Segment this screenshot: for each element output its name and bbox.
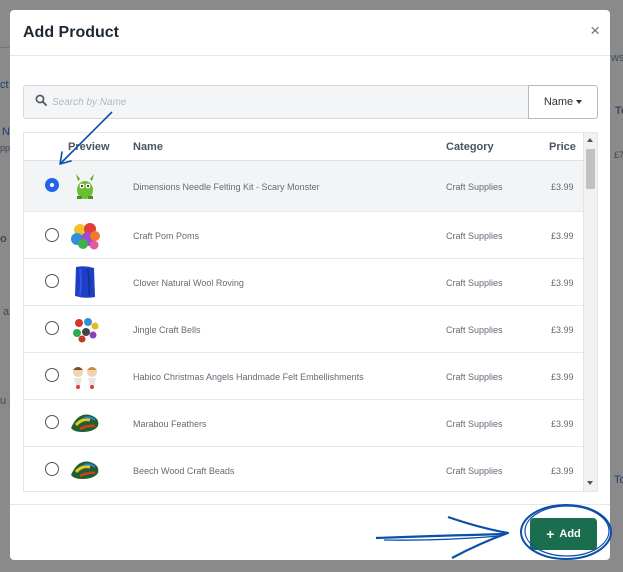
background-text-fragment: pp [0, 143, 11, 153]
row-select-radio[interactable] [45, 368, 59, 382]
background-text-fragment: ws [611, 52, 623, 64]
feathers-image [68, 406, 102, 440]
table-row[interactable]: Craft Pom Poms Craft Supplies £3.99 [24, 212, 584, 259]
plus-icon: + [546, 526, 555, 542]
bells-image [68, 312, 102, 346]
green-monster-image [68, 169, 102, 203]
background-text-fragment: o [0, 233, 7, 245]
row-select-radio[interactable] [45, 228, 59, 242]
column-header-price: Price [549, 141, 576, 153]
scroll-down-arrow-icon[interactable] [587, 481, 593, 485]
table-header: Preview Name Category Price [24, 133, 584, 161]
product-price: £3.99 [551, 419, 574, 429]
product-table: Preview Name Category Price Dimensions N… [23, 132, 598, 492]
scroll-up-arrow-icon[interactable] [587, 138, 593, 142]
product-category: Craft Supplies [446, 372, 503, 382]
scrollbar-thumb[interactable] [586, 149, 595, 189]
row-select-radio[interactable] [45, 415, 59, 429]
product-price: £3.99 [551, 278, 574, 288]
product-price: £3.99 [551, 325, 574, 335]
add-button[interactable]: + Add [530, 518, 597, 550]
product-category: Craft Supplies [446, 231, 503, 241]
column-header-name: Name [133, 141, 163, 153]
row-select-radio[interactable] [45, 274, 59, 288]
pom-poms-image [68, 218, 102, 252]
row-select-radio[interactable] [45, 321, 59, 335]
close-button[interactable]: × [590, 22, 600, 40]
product-name: Clover Natural Wool Roving [133, 278, 244, 288]
table-row[interactable]: Dimensions Needle Felting Kit - Scary Mo… [24, 161, 584, 212]
row-select-radio[interactable] [45, 178, 59, 192]
product-price: £3.99 [551, 466, 574, 476]
product-name: Habico Christmas Angels Handmade Felt Em… [133, 372, 364, 382]
product-name: Beech Wood Craft Beads [133, 466, 235, 476]
product-category: Craft Supplies [446, 325, 503, 335]
product-name: Craft Pom Poms [133, 231, 200, 241]
table-row[interactable]: Marabou Feathers Craft Supplies £3.99 [24, 400, 584, 447]
background-divider [0, 47, 10, 48]
background-text-fragment: ct [0, 79, 9, 91]
product-name: Marabou Feathers [133, 419, 207, 429]
add-product-modal: Add Product × Name Preview Name Category… [10, 10, 610, 560]
product-price: £3.99 [551, 231, 574, 241]
search-box [23, 85, 529, 119]
modal-footer: + Add [10, 504, 610, 560]
beads-image [68, 453, 102, 487]
product-name: Dimensions Needle Felting Kit - Scary Mo… [133, 182, 320, 192]
column-header-preview: Preview [68, 141, 110, 153]
filter-dropdown-label: Name [543, 96, 574, 108]
modal-title: Add Product [23, 24, 119, 41]
background-text-fragment: To [615, 105, 623, 117]
table-body: Dimensions Needle Felting Kit - Scary Mo… [24, 161, 584, 491]
filter-dropdown[interactable]: Name [528, 85, 598, 119]
background-text-fragment: To [614, 474, 623, 486]
row-select-radio[interactable] [45, 462, 59, 476]
column-header-category: Category [446, 141, 494, 153]
blue-wool-image [68, 265, 102, 299]
background-text-fragment: a [3, 306, 10, 318]
background-text-fragment: £7 [614, 150, 623, 160]
product-category: Craft Supplies [446, 466, 503, 476]
modal-header: Add Product × [10, 10, 610, 56]
add-button-label: Add [559, 528, 581, 540]
search-icon [35, 94, 47, 106]
search-input[interactable] [52, 92, 512, 112]
product-price: £3.99 [551, 372, 574, 382]
background-text-fragment: N [2, 126, 10, 138]
product-price: £3.99 [551, 182, 574, 192]
table-row[interactable]: Beech Wood Craft Beads Craft Supplies £3… [24, 447, 584, 491]
search-group: Name [23, 85, 598, 119]
product-category: Craft Supplies [446, 419, 503, 429]
table-scrollbar[interactable] [583, 133, 597, 491]
table-row[interactable]: Clover Natural Wool Roving Craft Supplie… [24, 259, 584, 306]
product-category: Craft Supplies [446, 182, 503, 192]
product-name: Jingle Craft Bells [133, 325, 201, 335]
felt-angels-image [68, 359, 102, 393]
product-category: Craft Supplies [446, 278, 503, 288]
table-row[interactable]: Jingle Craft Bells Craft Supplies £3.99 [24, 306, 584, 353]
table-row[interactable]: Habico Christmas Angels Handmade Felt Em… [24, 353, 584, 400]
chevron-down-icon [576, 100, 583, 104]
